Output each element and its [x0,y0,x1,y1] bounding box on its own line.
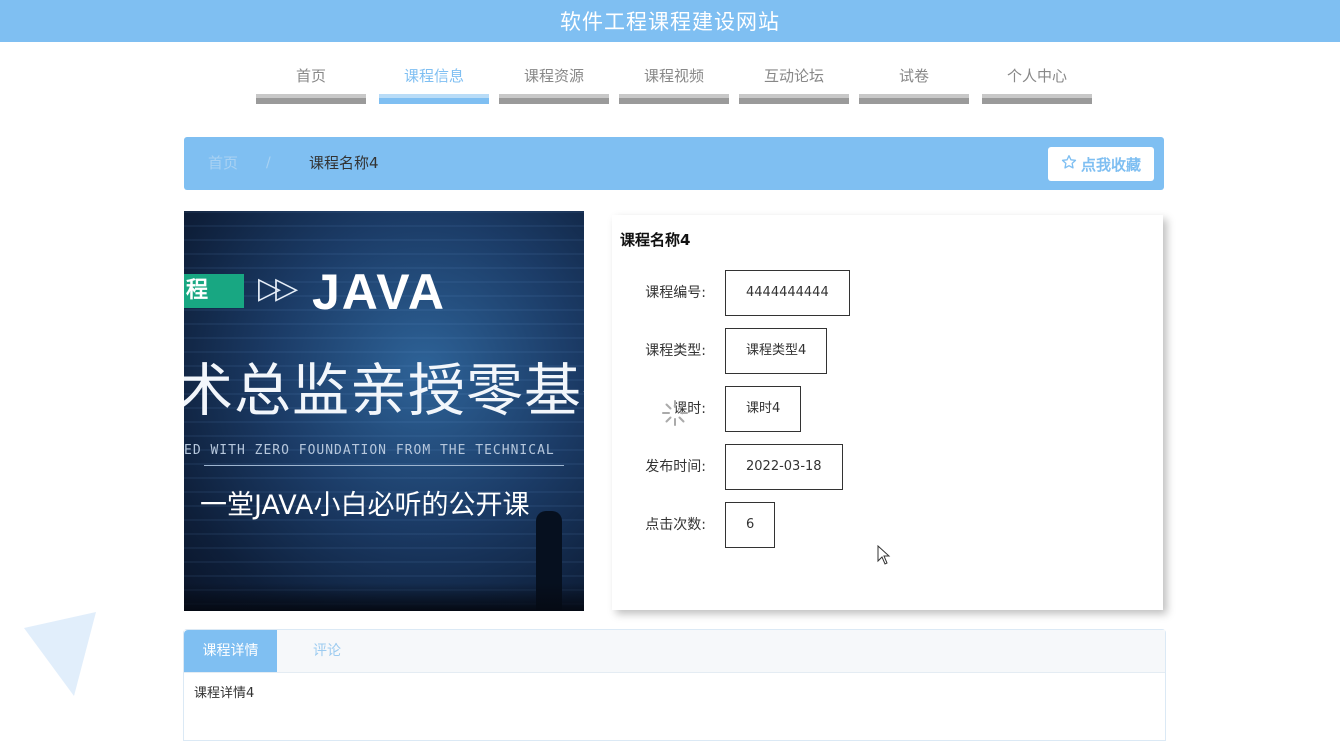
nav-item-home[interactable]: 首页 [256,62,366,106]
course-detail-tabs: 课程详情 评论 课程详情4 [183,629,1166,741]
breadcrumb: 首页 / 课程名称4 点我收藏 [184,137,1164,190]
nav-underline [379,94,489,104]
info-value: 2022-03-18 [725,444,843,490]
play-icon: ▷▷ [258,271,298,306]
decorative-triangle [24,612,98,702]
info-label: 发布时间: [645,459,706,475]
cover-divider [204,465,564,466]
favorite-button[interactable]: 点我收藏 [1048,147,1154,181]
site-header: 软件工程课程建设网站 [0,0,1340,42]
tab-comments[interactable]: 评论 [277,630,377,672]
mouse-pointer-icon [877,544,891,569]
info-value: 课时4 [725,386,802,432]
site-title: 软件工程课程建设网站 [560,10,780,34]
main-nav: 首页 课程信息 课程资源 课程视频 互动论坛 试卷 个人中心 [0,62,1340,108]
nav-item-course-info[interactable]: 课程信息 [379,62,489,106]
cover-subline: 一堂JAVA小白必听的公开课 [200,490,530,521]
nav-label: 首页 [295,67,326,85]
info-label: 点击次数: [645,517,706,533]
nav-underline [739,94,849,104]
cover-tag: 程 [184,274,244,308]
info-value: 6 [725,502,776,548]
tab-course-detail[interactable]: 课程详情 [184,630,277,672]
nav-label: 互动论坛 [763,67,824,85]
nav-underline [256,94,366,104]
nav-underline [619,94,729,104]
cover-title: JAVA [312,264,446,320]
breadcrumb-current: 课程名称4 [309,154,379,172]
cover-english-line: ED WITH ZERO FOUNDATION FROM THE TECHNIC… [184,443,555,458]
info-label: 课程编号: [645,285,706,301]
nav-item-course-resources[interactable]: 课程资源 [499,62,609,106]
info-value: 课程类型4 [725,328,828,374]
tab-bar: 课程详情 评论 [184,630,1165,673]
nav-item-forum[interactable]: 互动论坛 [739,62,849,106]
info-label: 课时: [673,401,706,417]
tab-content-text: 课程详情4 [194,686,255,701]
course-cover-image: 程 ▷▷ JAVA 术总监亲授零基础入 ED WITH ZERO FOUNDAT… [184,211,584,611]
nav-label: 课程视频 [643,67,704,85]
nav-label: 课程信息 [403,67,464,85]
nav-label: 个人中心 [1006,67,1067,85]
nav-item-profile[interactable]: 个人中心 [982,62,1092,106]
star-outline-icon [1061,154,1077,174]
cover-floor [184,583,584,611]
cover-headline: 术总监亲授零基础入 [184,358,584,424]
course-name: 课程名称4 [620,231,691,249]
loading-spinner-icon [660,398,690,432]
nav-item-exam[interactable]: 试卷 [859,62,969,106]
nav-label: 课程资源 [523,67,584,85]
breadcrumb-home-link[interactable]: 首页 [208,137,238,190]
nav-underline [859,94,969,104]
nav-label: 试卷 [898,67,929,85]
info-value: 4444444444 [725,270,850,316]
info-label: 课程类型: [645,343,706,359]
nav-underline [982,94,1092,104]
breadcrumb-separator: / [266,155,271,171]
nav-item-course-videos[interactable]: 课程视频 [619,62,729,106]
nav-underline [499,94,609,104]
favorite-label: 点我收藏 [1080,155,1141,174]
